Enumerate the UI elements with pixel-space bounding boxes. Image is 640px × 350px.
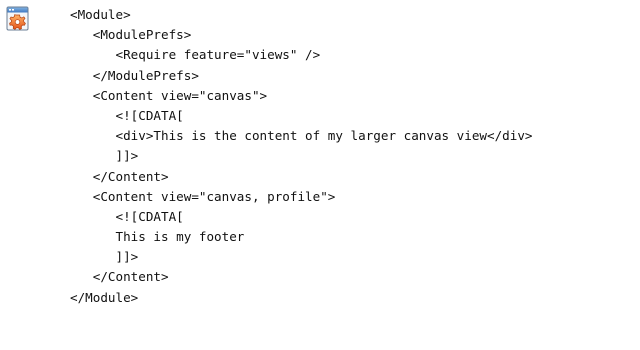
code-line: </Content> <box>70 168 169 184</box>
gadget-xml-file-icon <box>6 6 32 32</box>
code-line: <![CDATA[ <box>70 208 184 224</box>
code-line: ]]> <box>70 249 139 265</box>
code-line: <![CDATA[ <box>70 107 184 123</box>
code-line: <div>This is the content of my larger ca… <box>70 128 533 144</box>
code-line: <Require feature="views" /> <box>70 47 321 63</box>
code-line: <Module> <box>70 7 131 22</box>
code-line: <ModulePrefs> <box>70 27 192 43</box>
code-line: <Content view="canvas"> <box>70 87 268 103</box>
xml-code-listing: <Module> <ModulePrefs> <Require feature=… <box>70 5 533 308</box>
code-line: </Content> <box>70 269 169 285</box>
code-line: ]]> <box>70 148 139 164</box>
code-line: <Content view="canvas, profile"> <box>70 188 336 204</box>
code-line: </Module> <box>70 289 139 305</box>
code-line: </ModulePrefs> <box>70 67 199 83</box>
code-line: This is my footer <box>70 229 245 245</box>
